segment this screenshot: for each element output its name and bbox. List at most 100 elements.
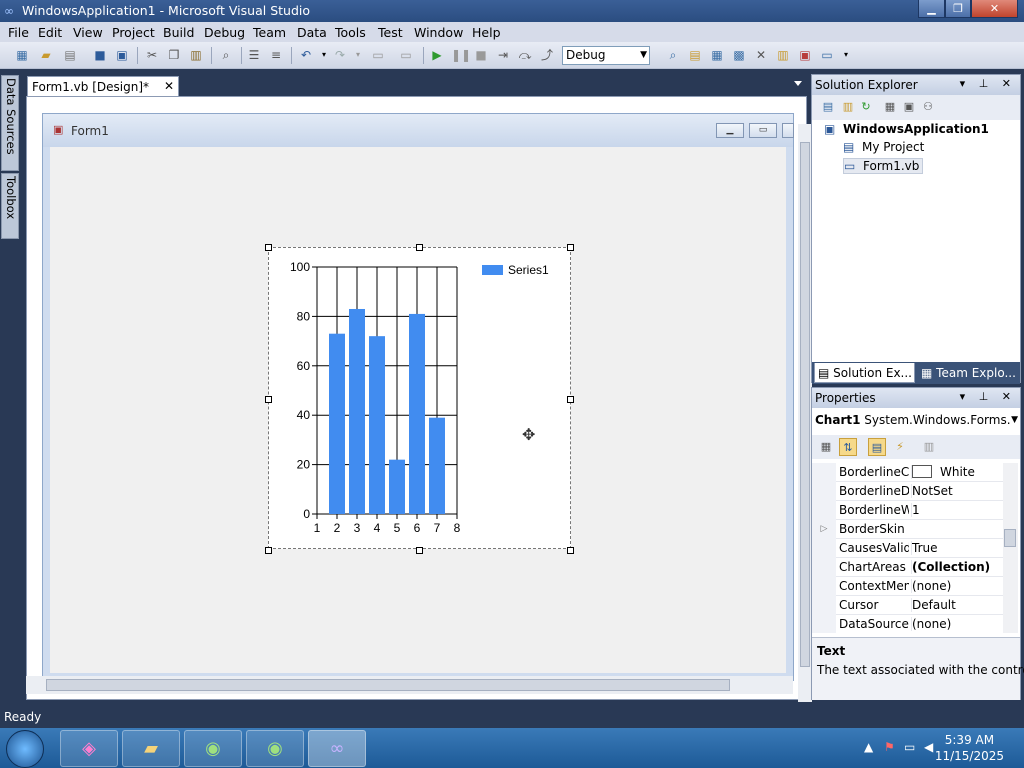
data-sources-tab[interactable]: Data Sources: [1, 75, 19, 171]
tab-solution-explorer[interactable]: ▤ Solution Ex...: [814, 363, 915, 383]
add-item-icon[interactable]: ▤: [62, 47, 78, 63]
form1-window[interactable]: ▣ Form1 ▁ ▭ 0 20 40 60 80 100 1 2 3 4 5 6 7 8 Series1 …: [42, 113, 794, 681]
view-designer-icon[interactable]: ▣: [901, 99, 917, 115]
save-all-icon[interactable]: ▣: [114, 47, 130, 63]
solution-explorer-icon[interactable]: ▤: [687, 47, 703, 63]
cut-icon[interactable]: ✂: [144, 47, 160, 63]
maximize-button[interactable]: ❐: [945, 0, 971, 18]
expand-icon[interactable]: ▷: [812, 520, 836, 539]
menu-data[interactable]: Data: [297, 25, 327, 40]
object-browser-icon[interactable]: ▩: [731, 47, 747, 63]
resize-handle-bottom-left[interactable]: [265, 547, 272, 554]
toolbar-options-icon[interactable]: ▾: [838, 47, 854, 63]
open-file-icon[interactable]: ▰: [38, 47, 54, 63]
show-hidden-icons-icon[interactable]: ▲: [864, 740, 873, 754]
pane-controls[interactable]: ▾ ⊥ ✕: [960, 77, 1016, 90]
browser-icon[interactable]: ◉: [184, 730, 242, 767]
network-icon[interactable]: ▭: [904, 740, 915, 754]
navigate-back-icon[interactable]: ▭: [370, 47, 386, 63]
categorized-icon[interactable]: ▦: [817, 438, 835, 456]
menu-team[interactable]: Team: [253, 25, 286, 40]
resize-handle-bottom-right[interactable]: [567, 547, 574, 554]
property-value[interactable]: NotSet: [911, 484, 1004, 498]
uncomment-icon[interactable]: ≡: [268, 47, 284, 63]
tree-item-form1[interactable]: ▭ Form1.vb: [843, 158, 924, 174]
resize-handle-top[interactable]: [416, 244, 423, 251]
property-row[interactable]: ContextMenu(none): [812, 577, 1004, 596]
find-in-files-icon[interactable]: ⌕: [665, 47, 681, 63]
property-value[interactable]: White: [911, 465, 1004, 479]
menu-project[interactable]: Project: [112, 25, 155, 40]
visual-studio-taskbar-icon[interactable]: ∞: [308, 730, 366, 767]
toolbox-tab[interactable]: Toolbox: [1, 173, 19, 239]
scrollbar-thumb[interactable]: [46, 679, 730, 691]
document-list-dropdown-icon[interactable]: [794, 81, 802, 86]
view-class-diagram-icon[interactable]: ⚇: [920, 99, 936, 115]
show-all-files-icon[interactable]: ▥: [840, 99, 856, 115]
property-row[interactable]: Cursor Default: [812, 596, 1004, 615]
pause-icon[interactable]: ❚❚: [451, 47, 471, 63]
designer-horizontal-scrollbar[interactable]: [26, 676, 793, 694]
minimize-button[interactable]: ▁: [918, 0, 945, 18]
property-value[interactable]: 1: [911, 503, 1004, 517]
taskbar-app-icon[interactable]: ◈: [60, 730, 118, 767]
property-pages-icon[interactable]: ▥: [920, 438, 938, 456]
refresh-icon[interactable]: ↻: [858, 99, 874, 115]
new-project-icon[interactable]: ▦: [14, 47, 30, 63]
properties-icon[interactable]: ▤: [820, 99, 836, 115]
tree-item-project[interactable]: ▣ WindowsApplication1: [824, 122, 989, 136]
menu-build[interactable]: Build: [163, 25, 194, 40]
output-window-icon[interactable]: ▭: [819, 47, 835, 63]
step-over-icon[interactable]: ⤼: [517, 47, 533, 63]
action-center-icon[interactable]: ⚑: [884, 740, 895, 754]
close-button[interactable]: ✕: [971, 0, 1018, 18]
toolbox-icon[interactable]: ✕: [753, 47, 769, 63]
solution-configuration-dropdown[interactable]: Debug ▼: [562, 46, 650, 65]
tab-form1-design[interactable]: Form1.vb [Design]* ✕: [27, 76, 179, 97]
property-row[interactable]: BorderlineWi 1: [812, 501, 1004, 520]
save-icon[interactable]: ■: [92, 47, 108, 63]
menu-view[interactable]: View: [73, 25, 103, 40]
menu-tools[interactable]: Tools: [335, 25, 366, 40]
properties-window-icon[interactable]: ▦: [709, 47, 725, 63]
menu-debug[interactable]: Debug: [204, 25, 245, 40]
resize-handle-left[interactable]: [265, 396, 272, 403]
navigate-forward-icon[interactable]: ▭: [398, 47, 414, 63]
redo-dropdown-icon[interactable]: ▾: [350, 47, 366, 63]
stop-icon[interactable]: ■: [473, 47, 489, 63]
redo-icon[interactable]: ↷: [332, 47, 348, 63]
start-button[interactable]: [6, 730, 44, 768]
chart1-control[interactable]: 0 20 40 60 80 100 1 2 3 4 5 6 7 8 Series1 ✥: [268, 247, 571, 549]
alphabetical-icon[interactable]: ⇅: [839, 438, 857, 456]
scrollbar-thumb[interactable]: [1004, 529, 1016, 547]
property-value[interactable]: True: [911, 541, 1004, 555]
resize-handle-bottom[interactable]: [416, 547, 423, 554]
property-row[interactable]: ▷ BorderSkin: [812, 520, 1004, 539]
scrollbar-thumb[interactable]: [800, 142, 810, 667]
undo-icon[interactable]: ↶: [298, 47, 314, 63]
property-value[interactable]: Default: [911, 598, 1004, 612]
property-row[interactable]: BorderlineDaNotSet: [812, 482, 1004, 501]
menu-file[interactable]: File: [8, 25, 29, 40]
events-icon[interactable]: ⚡: [891, 438, 909, 456]
pane-controls[interactable]: ▾ ⊥ ✕: [960, 390, 1016, 403]
volume-icon[interactable]: ◀: [924, 740, 933, 754]
property-row[interactable]: DataSource (none): [812, 615, 1004, 633]
comment-icon[interactable]: ☰: [246, 47, 262, 63]
error-list-icon[interactable]: ▣: [797, 47, 813, 63]
property-row[interactable]: ChartAreas (Collection): [812, 558, 1004, 577]
view-code-icon[interactable]: ▦: [882, 99, 898, 115]
paste-icon[interactable]: ▥: [188, 47, 204, 63]
step-into-icon[interactable]: ⇥: [495, 47, 511, 63]
resize-handle-right[interactable]: [567, 396, 574, 403]
menu-test[interactable]: Test: [378, 25, 403, 40]
properties-view-icon[interactable]: ▤: [868, 438, 886, 456]
tab-team-explorer[interactable]: ▦ Team Explo...: [918, 363, 1020, 383]
tree-item-my-project[interactable]: ▤ My Project: [843, 140, 924, 154]
menu-help[interactable]: Help: [472, 25, 501, 40]
object-selector-dropdown[interactable]: Chart1 System.Windows.Forms.Da ▼: [815, 412, 1018, 431]
designer-vertical-scrollbar[interactable]: [798, 124, 812, 702]
clock[interactable]: 5:39 AM 11/15/2025: [935, 732, 1004, 764]
form1-client-area[interactable]: 0 20 40 60 80 100 1 2 3 4 5 6 7 8 Series1 ✥: [50, 147, 786, 673]
property-row[interactable]: CausesValidaTrue: [812, 539, 1004, 558]
